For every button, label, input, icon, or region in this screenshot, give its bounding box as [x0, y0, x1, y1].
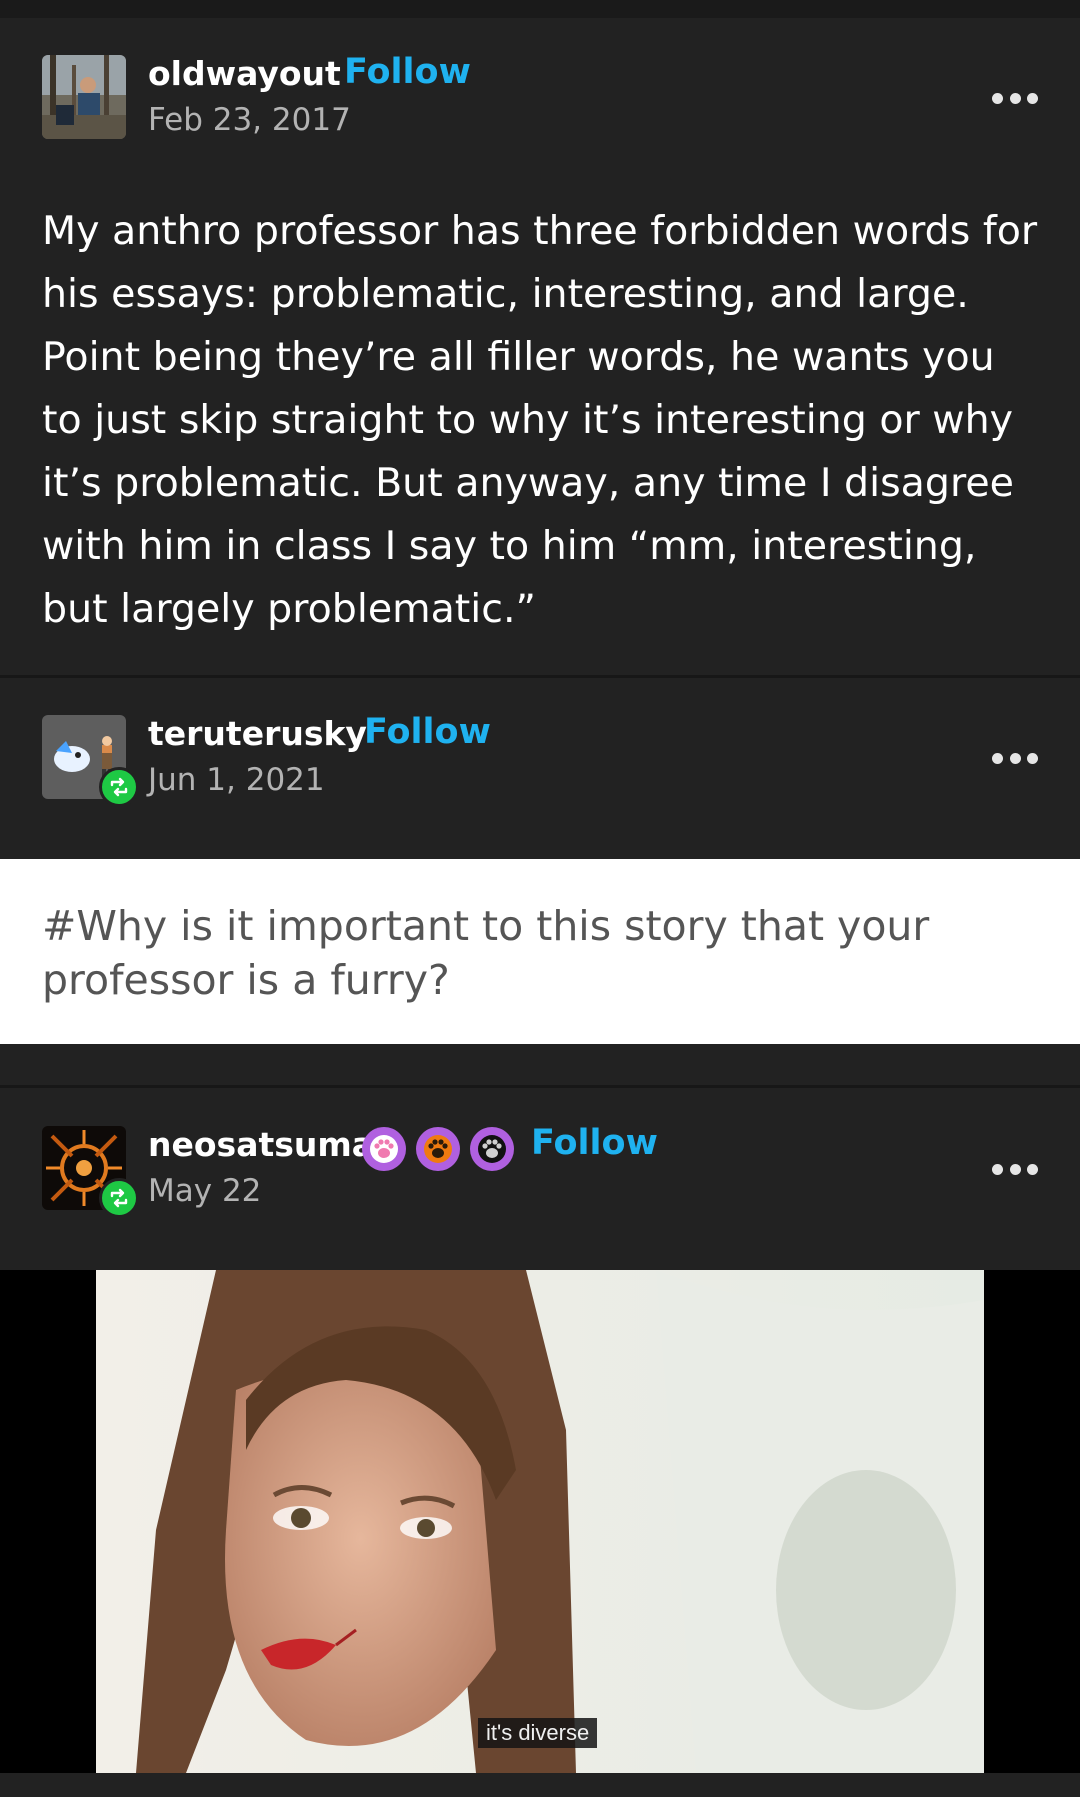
post-header-teruterusky: teruterusky Follow Jun 1, 2021 — [0, 700, 1080, 807]
paw-badge-orange-icon[interactable] — [416, 1127, 460, 1171]
post-date: Feb 23, 2017 — [148, 102, 351, 138]
post-media[interactable]: it's diverse — [0, 1270, 1080, 1773]
tag-block: #Why is it important to this story that … — [0, 859, 1080, 1044]
bottom-bar — [0, 1773, 1080, 1797]
post-date: May 22 — [148, 1173, 262, 1209]
post-body: My anthro professor has three forbidden … — [42, 200, 1042, 641]
username[interactable]: oldwayout — [148, 54, 341, 93]
username[interactable]: neosatsuma — [148, 1125, 374, 1164]
media-caption: it's diverse — [478, 1718, 598, 1748]
reblog-icon — [99, 1178, 139, 1218]
media-image — [96, 1270, 984, 1773]
follow-button[interactable]: Follow — [531, 1123, 658, 1163]
more-icon[interactable] — [992, 88, 1038, 108]
paw-badge-pink-icon[interactable] — [362, 1127, 406, 1171]
post-header-neosatsuma: neosatsuma Follow May 22 — [0, 1111, 1080, 1218]
follow-button[interactable]: Follow — [344, 52, 471, 92]
post-text: My anthro professor has three forbidden … — [42, 208, 1038, 632]
post-divider — [0, 675, 1080, 678]
reblog-icon — [99, 767, 139, 807]
post-tag[interactable]: #Why is it important to this story that … — [42, 899, 1002, 1007]
post-date: Jun 1, 2021 — [148, 762, 325, 798]
post-divider — [0, 1085, 1080, 1088]
more-icon[interactable] — [992, 1159, 1038, 1179]
follow-button[interactable]: Follow — [364, 712, 491, 752]
paw-badge-black-icon[interactable] — [470, 1127, 514, 1171]
top-bar — [0, 0, 1080, 18]
username[interactable]: teruterusky — [148, 714, 367, 753]
avatar-oldwayout[interactable] — [42, 55, 126, 139]
more-icon[interactable] — [992, 748, 1038, 768]
post-header-oldwayout: oldwayout Follow Feb 23, 2017 — [0, 40, 1080, 140]
